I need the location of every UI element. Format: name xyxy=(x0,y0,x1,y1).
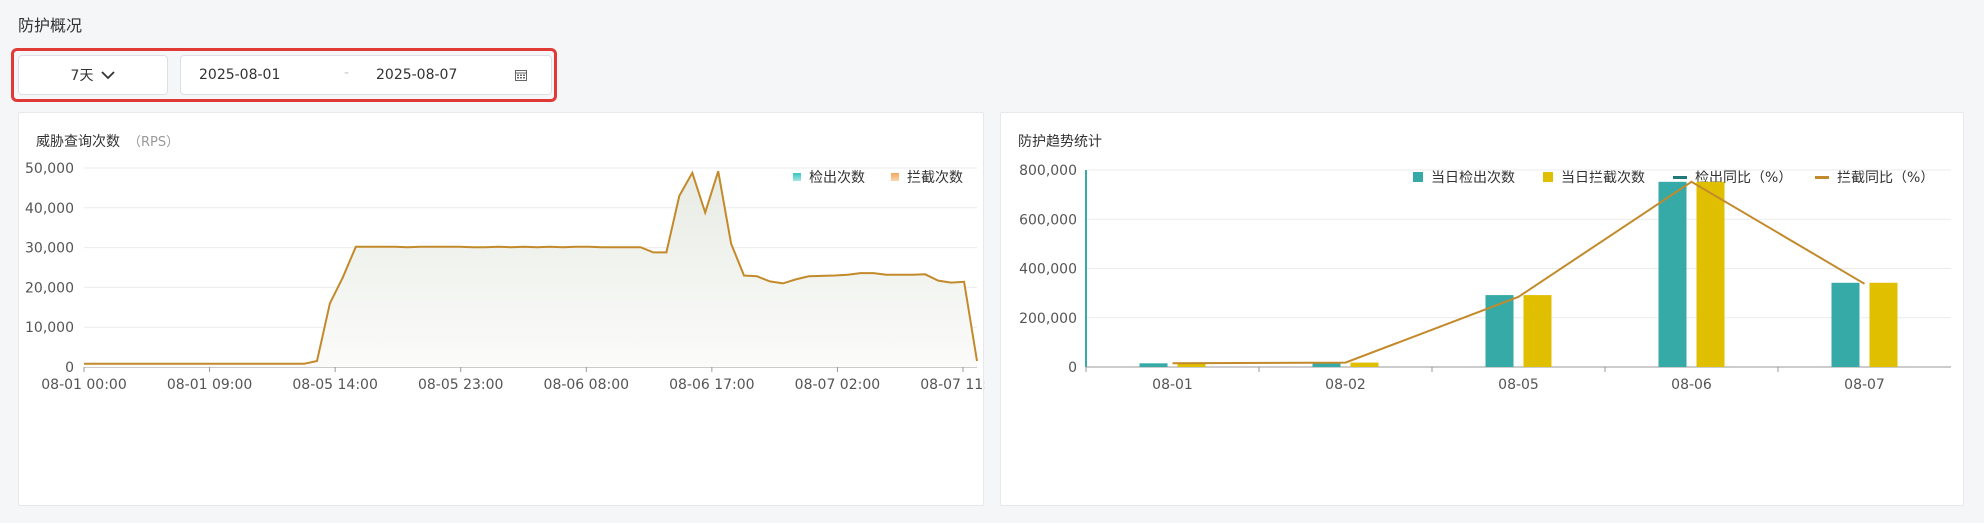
bar-block xyxy=(1869,282,1898,367)
bar-block xyxy=(1350,362,1379,367)
calendar-icon[interactable] xyxy=(515,69,527,85)
x-tick-label: 08-06 xyxy=(1671,377,1712,393)
y-tick-label: 600,000 xyxy=(1019,212,1077,228)
bar-detect xyxy=(1139,363,1168,367)
series-line-block-yoy xyxy=(1172,180,1866,365)
chevron-down-icon xyxy=(101,70,116,80)
x-tick-label: 08-07 02:00 xyxy=(795,377,880,393)
x-tick-label: 08-05 23:00 xyxy=(418,377,503,393)
date-range-picker[interactable]: 2025-08-01 - 2025-08-07 xyxy=(180,55,552,95)
x-tick-label: 08-07 11:00 xyxy=(920,377,985,393)
x-tick-label: 08-01 xyxy=(1152,377,1193,393)
y-tick-label: 30,000 xyxy=(25,241,74,257)
y-tick-label: 50,000 xyxy=(25,161,74,177)
time-range-select[interactable]: 7天 xyxy=(18,55,168,95)
y-tick-label: 10,000 xyxy=(25,320,74,336)
y-tick-label: 400,000 xyxy=(1019,262,1077,278)
x-tick-label: 08-07 xyxy=(1844,377,1885,393)
y-tick-label: 0 xyxy=(65,360,74,376)
trend-stats-card: 防护趋势统计 当日检出次数 当日拦截次数 检出同比（%） 拦截同比（%） 0 20… xyxy=(1000,112,1964,506)
y-tick-label: 200,000 xyxy=(1019,311,1077,327)
y-tick-label: 40,000 xyxy=(25,201,74,217)
trend-bar-chart: 0 200,000 400,000 600,000 800,000 08-01 08-02 0… xyxy=(1019,163,1951,393)
bar-block xyxy=(1523,295,1552,367)
bar-detect xyxy=(1831,282,1860,367)
y-tick-label: 20,000 xyxy=(25,280,74,296)
threat-query-card: 威胁查询次数 （RPS） 检出次数 拦截次数 0 10,000 20,000 30,00… xyxy=(18,112,985,506)
bar-detect xyxy=(1658,181,1687,367)
threat-area-chart: 0 10,000 20,000 30,000 40,000 50,000 08-01 00:… xyxy=(25,161,985,393)
x-tick-label: 08-01 00:00 xyxy=(41,377,126,393)
end-date-input[interactable]: 2025-08-07 xyxy=(376,67,457,83)
x-tick-label: 08-05 xyxy=(1498,377,1539,393)
y-tick-label: 0 xyxy=(1068,360,1077,376)
x-tick-label: 08-02 xyxy=(1325,377,1366,393)
x-tick-label: 08-05 14:00 xyxy=(292,377,377,393)
y-tick-label: 800,000 xyxy=(1019,163,1077,179)
bar-detect xyxy=(1485,295,1514,367)
time-range-label: 7天 xyxy=(70,68,94,84)
area-fill xyxy=(84,171,977,367)
start-date-input[interactable]: 2025-08-01 xyxy=(199,67,280,83)
page-title: 防护概况 xyxy=(18,16,83,35)
date-separator: - xyxy=(344,65,350,81)
bar-block xyxy=(1696,181,1725,367)
x-tick-label: 08-01 09:00 xyxy=(167,377,252,393)
x-tick-label: 08-06 17:00 xyxy=(669,377,754,393)
x-tick-label: 08-06 08:00 xyxy=(544,377,629,393)
